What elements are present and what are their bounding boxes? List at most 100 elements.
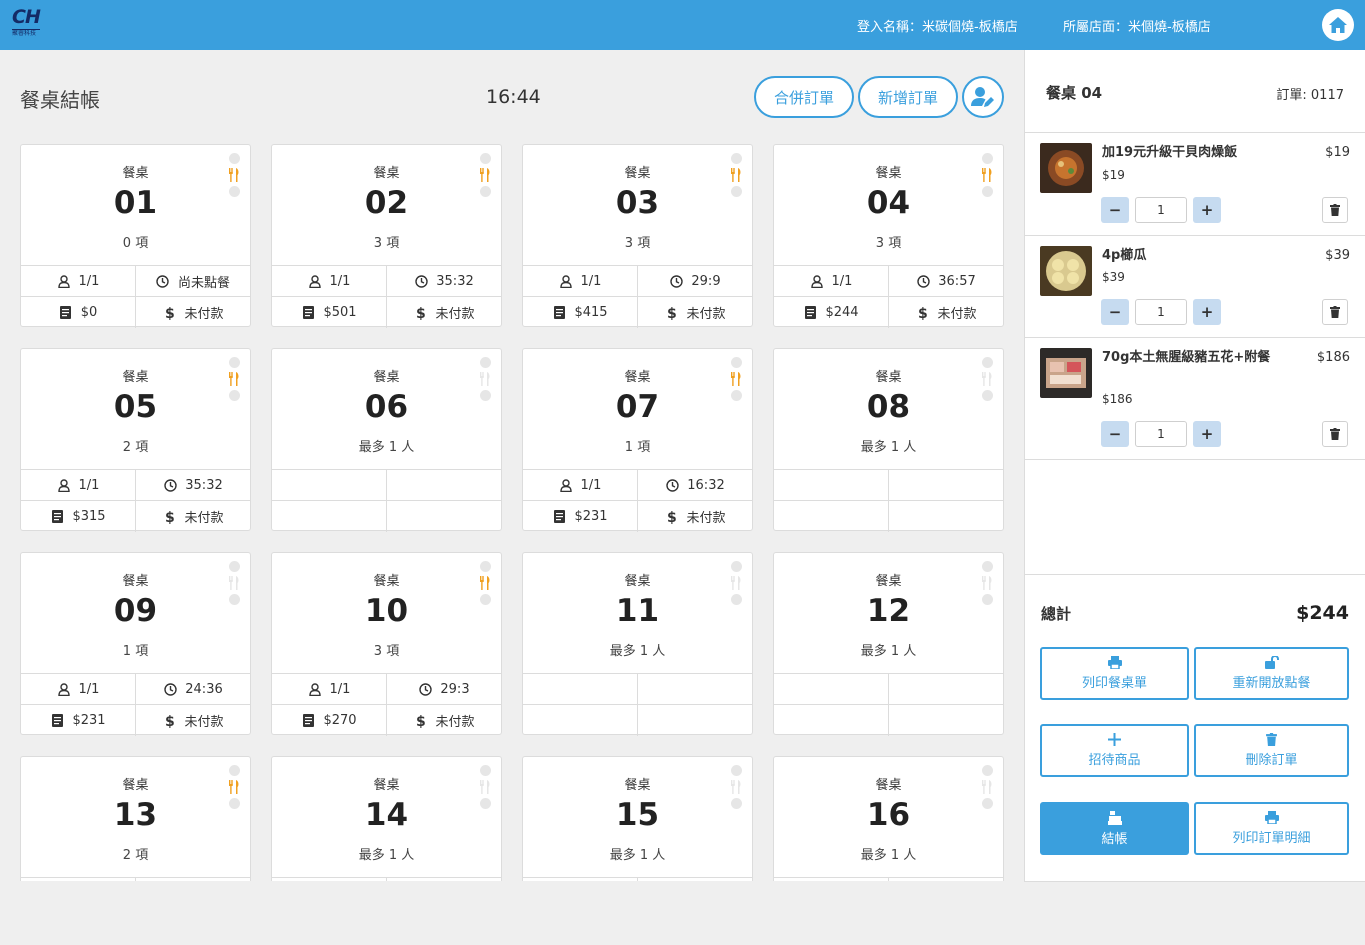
status-dot-icon (730, 798, 742, 809)
table-card[interactable]: 餐桌 02 3 項 1/1 35:32 $501 $ 未付款 (271, 144, 502, 328)
status-dot-icon (479, 186, 491, 197)
bell-icon (228, 765, 240, 776)
item-name: 加19元升級干貝肉燥飯 (1102, 145, 1238, 160)
delete-item-button[interactable] (1322, 299, 1348, 325)
bill-amount (523, 705, 637, 736)
guest-count: 1/1 (21, 674, 135, 704)
table-indicators (730, 765, 742, 809)
elapsed-time (637, 674, 752, 704)
elapsed-time-value: 35:32 (436, 273, 474, 289)
table-indicators (228, 153, 240, 197)
table-card[interactable]: 餐桌 03 3 項 1/1 29:9 $415 $ 未付款 (522, 144, 753, 328)
decrease-qty-button[interactable]: − (1101, 421, 1129, 447)
table-card[interactable]: 餐桌 15 最多 1 人 (522, 756, 753, 881)
table-status: 0 項 (122, 236, 149, 251)
table-stats: 1/1 29:9 $415 $ 未付款 (523, 265, 752, 328)
table-card[interactable]: 餐桌 06 最多 1 人 (271, 348, 502, 532)
svg-text:$: $ (667, 510, 676, 524)
payment-status-value: 未付款 (184, 307, 224, 322)
table-card[interactable]: 餐桌 10 3 項 1/1 29:3 $270 $ 未付款 (271, 552, 502, 736)
table-card[interactable]: 餐桌 11 最多 1 人 (522, 552, 753, 736)
brand-logo[interactable]: CH 聚睿科技 (12, 7, 46, 41)
payment-status (888, 501, 1003, 532)
bill-amount-value: $415 (574, 305, 608, 320)
bill-amount-value: $231 (72, 713, 106, 728)
utensils-icon (480, 576, 490, 590)
table-card[interactable]: 餐桌 08 最多 1 人 (773, 348, 1004, 532)
table-label: 餐桌 (624, 778, 651, 793)
elapsed-time (386, 878, 501, 881)
bill-amount-value: $270 (323, 713, 357, 728)
table-status: 1 項 (122, 644, 149, 659)
payment-status: $ 未付款 (637, 297, 752, 328)
reopen-order-button[interactable]: 重新開放點餐 (1194, 647, 1349, 700)
merge-order-button[interactable]: 合併訂單 (754, 76, 854, 118)
table-indicators (479, 357, 491, 401)
delete-item-button[interactable] (1322, 421, 1348, 447)
table-status: 最多 1 人 (609, 644, 666, 659)
payment-status (888, 705, 1003, 736)
delete-order-button[interactable]: 刪除訂單 (1194, 724, 1349, 777)
table-card[interactable]: 餐桌 05 2 項 1/1 35:32 $315 $ 未付款 (20, 348, 251, 532)
print-table-button[interactable]: 列印餐桌單 (1040, 647, 1189, 700)
quantity-input[interactable]: 1 (1135, 421, 1187, 447)
svg-text:$: $ (165, 306, 174, 320)
increase-qty-button[interactable]: + (1193, 299, 1221, 325)
table-grid: 餐桌 01 0 項 1/1 尚未點餐 $0 $ 未付款 餐桌 02 3 項 1/1 35:32 $501 $… (0, 130, 1024, 881)
bill-amount: $244 (774, 297, 888, 328)
cash-register-icon (1107, 810, 1122, 825)
bill-amount (272, 501, 386, 532)
table-stats: 1/1 29:3 $270 $ 未付款 (272, 673, 501, 736)
table-card[interactable]: 餐桌 04 3 項 1/1 36:57 $244 $ 未付款 (773, 144, 1004, 328)
print-detail-button[interactable]: 列印訂單明細 (1194, 802, 1349, 855)
table-indicators (981, 357, 993, 401)
decrease-qty-button[interactable]: − (1101, 299, 1129, 325)
table-number: 13 (113, 797, 158, 833)
item-photo (1040, 143, 1092, 193)
order-item: 70g本土無腥級豬五花+附餐 $186 $186 − 1 + (1025, 338, 1365, 459)
new-order-button[interactable]: 新增訂單 (858, 76, 958, 118)
increase-qty-button[interactable]: + (1193, 197, 1221, 223)
table-label: 餐桌 (122, 166, 149, 181)
clock-icon (414, 274, 428, 288)
checkout-button[interactable]: 結帳 (1040, 802, 1189, 855)
quantity-input[interactable]: 1 (1135, 197, 1187, 223)
comp-item-button[interactable]: 招待商品 (1040, 724, 1189, 777)
guest-count: 1/1 (21, 470, 135, 500)
guest-count: 1/1 (523, 470, 637, 500)
table-card[interactable]: 餐桌 09 1 項 1/1 24:36 $231 $ 未付款 (20, 552, 251, 736)
home-button[interactable] (1322, 9, 1354, 41)
table-card[interactable]: 餐桌 07 1 項 1/1 16:32 $231 $ 未付款 (522, 348, 753, 532)
dollar-icon: $ (664, 510, 678, 524)
table-card[interactable]: 餐桌 12 最多 1 人 (773, 552, 1004, 736)
status-dot-icon (228, 594, 240, 605)
clock-icon (163, 682, 177, 696)
table-label: 餐桌 (875, 166, 902, 181)
decrease-qty-button[interactable]: − (1101, 197, 1129, 223)
login-user: 登入名稱：米碳個燒-板橋店 (857, 20, 1018, 35)
bill-amount: $270 (272, 705, 386, 736)
item-name: 4p櫛瓜 (1102, 248, 1147, 263)
table-card[interactable]: 餐桌 16 最多 1 人 (773, 756, 1004, 881)
payment-status: $ 未付款 (637, 501, 752, 532)
top-bar: CH 聚睿科技 登入名稱：米碳個燒-板橋店 所屬店面：米個燒-板橋店 (0, 0, 1365, 50)
unlock-icon (1264, 656, 1279, 669)
guest-count (21, 878, 135, 881)
table-card[interactable]: 餐桌 01 0 項 1/1 尚未點餐 $0 $ 未付款 (20, 144, 251, 328)
table-label: 餐桌 (373, 574, 400, 589)
payment-status-value: 未付款 (184, 715, 224, 730)
table-stats: 1/1 16:32 $231 $ 未付款 (523, 469, 752, 532)
payment-status-value: 未付款 (686, 511, 726, 526)
table-card[interactable]: 餐桌 13 2 項 (20, 756, 251, 881)
receipt-icon (50, 714, 64, 728)
table-card[interactable]: 餐桌 14 最多 1 人 (271, 756, 502, 881)
quantity-input[interactable]: 1 (1135, 299, 1187, 325)
item-line-total: $19 (1325, 145, 1350, 160)
edit-user-button[interactable] (962, 76, 1004, 118)
table-status: 2 項 (122, 848, 149, 863)
status-dot-icon (479, 594, 491, 605)
increase-qty-button[interactable]: + (1193, 421, 1221, 447)
delete-item-button[interactable] (1322, 197, 1348, 223)
payment-status-value: 未付款 (937, 307, 977, 322)
print-table-label: 列印餐桌單 (1081, 676, 1147, 691)
